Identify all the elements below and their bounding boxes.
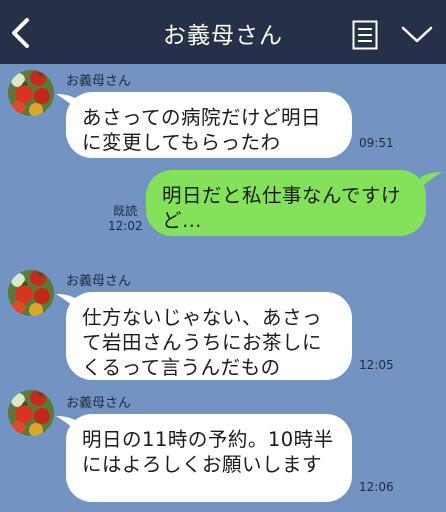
- read-label: 既読: [113, 204, 138, 218]
- message-bubble-incoming[interactable]: 仕方ないじゃない、あさって岩田さんうちにお茶しにくるって言うんだもの: [66, 292, 352, 380]
- message-bubble-outgoing[interactable]: 明日だと私仕事なんですけど…: [146, 170, 426, 236]
- tomato-avatar-icon: [8, 270, 54, 316]
- sender-name: お義母さん: [66, 274, 132, 289]
- message-time: 12:06: [359, 480, 394, 494]
- message-time: 12:05: [359, 358, 394, 372]
- tomato-avatar-icon: [8, 70, 54, 116]
- message-bubble-incoming[interactable]: あさっての病院だけど明日に変更してもらったわ: [66, 92, 352, 158]
- message-time: 12:02: [108, 219, 143, 233]
- chat-header: お義母さん: [0, 0, 446, 64]
- read-receipt: 既読 12:02: [108, 204, 143, 234]
- sender-name: お義母さん: [66, 396, 132, 411]
- menu-icon[interactable]: [352, 20, 378, 50]
- chat-title: お義母さん: [163, 23, 283, 49]
- avatar[interactable]: [8, 70, 54, 116]
- chevron-down-icon[interactable]: [400, 24, 434, 46]
- tomato-avatar-icon: [8, 390, 54, 436]
- avatar[interactable]: [8, 390, 54, 436]
- message-bubble-incoming[interactable]: 明日の11時の予約。10時半にはよろしくお願いします: [66, 414, 352, 502]
- sender-name: お義母さん: [66, 74, 132, 89]
- avatar[interactable]: [8, 270, 54, 316]
- message-time: 09:51: [359, 136, 394, 150]
